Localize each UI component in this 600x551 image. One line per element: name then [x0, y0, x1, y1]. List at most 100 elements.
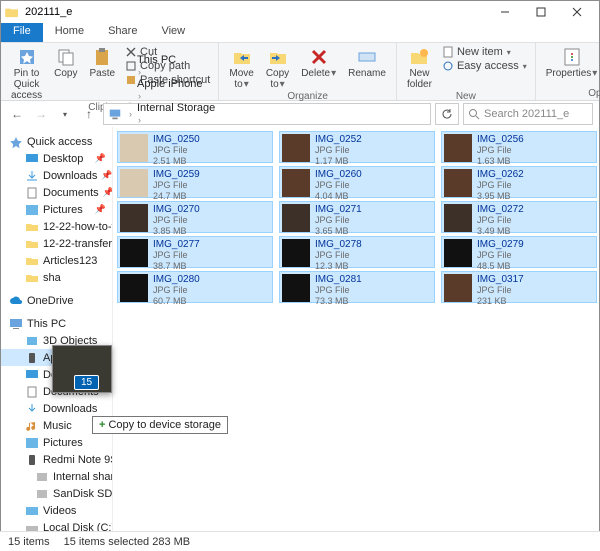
file-item[interactable]: IMG_0259JPG File24.7 MB — [117, 166, 273, 198]
file-item[interactable]: IMG_0278JPG File12.3 MB — [279, 236, 435, 268]
status-items: 15 items — [8, 536, 50, 548]
storage-icon — [35, 471, 49, 483]
refresh-button[interactable] — [435, 103, 459, 125]
sidebar-folder[interactable]: sha — [1, 269, 112, 286]
delete-button[interactable]: Delete▾ — [295, 45, 342, 90]
sidebar-folder[interactable]: 12-22-transfer-photos- — [1, 235, 112, 252]
move-to-button[interactable]: Move to▾ — [223, 45, 259, 90]
pin-quick-access-button[interactable]: Pin to Quick access — [5, 45, 48, 101]
search-input[interactable]: Search 202111_e — [463, 103, 593, 125]
sidebar-documents[interactable]: Documents📌 — [1, 184, 112, 201]
file-type: JPG File — [477, 215, 524, 226]
breadcrumb[interactable]: Apple iPhone — [135, 78, 217, 90]
device-icon — [25, 437, 39, 449]
sidebar-item[interactable]: SanDisk SD card — [1, 485, 112, 502]
storage-icon — [35, 488, 49, 500]
thumbnail — [444, 274, 472, 302]
copy-to-button[interactable]: Copy to▾ — [260, 45, 295, 90]
file-item[interactable]: IMG_0281JPG File73.3 MB — [279, 271, 435, 303]
thumbnail — [282, 274, 310, 302]
folder-icon — [5, 6, 19, 18]
content-pane[interactable]: IMG_0250JPG File2.51 MBIMG_0252JPG File1… — [113, 127, 599, 531]
thumbnail — [444, 134, 472, 162]
device-icon — [25, 522, 39, 532]
rename-button[interactable]: Rename — [342, 45, 392, 90]
file-item[interactable]: IMG_0270JPG File3.85 MB — [117, 201, 273, 233]
device-icon — [25, 369, 39, 381]
file-size: 60.7 MB — [153, 296, 200, 307]
ribbon-group-open: Properties▾ Open▾ Edit History Open — [536, 43, 600, 100]
pin-icon: 📌 — [95, 153, 106, 164]
thumbnail — [120, 274, 148, 302]
sidebar-desktop[interactable]: Desktop📌 — [1, 150, 112, 167]
sidebar-folder[interactable]: 12-22-how-to-transfer- — [1, 218, 112, 235]
status-selected: 15 items selected 283 MB — [64, 536, 191, 548]
ribbon-group-organize: Move to▾ Copy to▾ Delete▾ Rename Organiz… — [219, 43, 397, 100]
file-type: JPG File — [315, 285, 362, 296]
star-icon — [9, 136, 23, 148]
breadcrumb[interactable]: Internal Storage — [135, 102, 217, 114]
file-name: IMG_0252 — [315, 134, 362, 145]
ribbon: Pin to Quick access Copy Paste Cut Copy … — [1, 43, 599, 101]
file-name: IMG_0278 — [315, 239, 362, 250]
thumbnail — [282, 169, 310, 197]
easy-access-button[interactable]: Easy access▾ — [442, 59, 527, 73]
sidebar-folder[interactable]: Articles123 — [1, 252, 112, 269]
properties-button[interactable]: Properties▾ — [540, 45, 600, 87]
sidebar-item[interactable]: Downloads — [1, 400, 112, 417]
device-icon — [25, 505, 39, 517]
device-icon — [25, 335, 39, 347]
pc-icon — [108, 107, 122, 121]
file-item[interactable]: IMG_0280JPG File60.7 MB — [117, 271, 273, 303]
device-icon — [25, 403, 39, 415]
tab-share[interactable]: Share — [96, 23, 149, 42]
file-item[interactable]: IMG_0252JPG File1.17 MB — [279, 131, 435, 163]
minimize-button[interactable] — [487, 1, 523, 23]
thumbnail — [282, 239, 310, 267]
paste-button[interactable]: Paste — [83, 45, 121, 101]
drag-count-badge: 15 — [74, 375, 99, 390]
file-name: IMG_0277 — [153, 239, 200, 250]
file-name: IMG_0280 — [153, 274, 200, 285]
sidebar-item[interactable]: Local Disk (C:) — [1, 519, 112, 531]
sidebar-pictures[interactable]: Pictures📌 — [1, 201, 112, 218]
new-folder-button[interactable]: New folder — [401, 45, 438, 90]
file-item[interactable]: IMG_0317JPG File231 KB — [441, 271, 597, 303]
tab-view[interactable]: View — [149, 23, 197, 42]
file-item[interactable]: IMG_0271JPG File3.65 MB — [279, 201, 435, 233]
thumbnail — [444, 239, 472, 267]
file-item[interactable]: IMG_0272JPG File3.49 MB — [441, 201, 597, 233]
file-item[interactable]: IMG_0262JPG File3.95 MB — [441, 166, 597, 198]
search-icon — [468, 108, 480, 120]
sidebar-item[interactable]: Pictures — [1, 434, 112, 451]
file-item[interactable]: IMG_0250JPG File2.51 MB — [117, 131, 273, 163]
device-icon — [25, 386, 39, 398]
maximize-button[interactable] — [523, 1, 559, 23]
tab-home[interactable]: Home — [43, 23, 96, 42]
sidebar-item[interactable]: Videos — [1, 502, 112, 519]
breadcrumb[interactable]: This PC — [135, 54, 217, 66]
file-item[interactable]: IMG_0277JPG File38.7 MB — [117, 236, 273, 268]
thumbnail — [120, 169, 148, 197]
file-name: IMG_0271 — [315, 204, 362, 215]
file-item[interactable]: IMG_0279JPG File48.5 MB — [441, 236, 597, 268]
sidebar-item[interactable]: Redmi Note 9S — [1, 451, 112, 468]
pin-icon: 📌 — [101, 170, 112, 181]
close-button[interactable] — [559, 1, 595, 23]
sidebar-onedrive[interactable]: OneDrive — [1, 292, 112, 309]
copy-button[interactable]: Copy — [48, 45, 83, 101]
recent-dropdown[interactable]: ▾ — [55, 104, 75, 124]
file-item[interactable]: IMG_0256JPG File1.63 MB — [441, 131, 597, 163]
sidebar-quick-access[interactable]: Quick access — [1, 133, 112, 150]
up-button[interactable]: ↑ — [79, 104, 99, 124]
tab-file[interactable]: File — [1, 23, 43, 42]
back-button[interactable]: ← — [7, 104, 27, 124]
forward-button[interactable]: → — [31, 104, 51, 124]
new-item-button[interactable]: New item▾ — [442, 45, 527, 59]
file-item[interactable]: IMG_0260JPG File4.04 MB — [279, 166, 435, 198]
sidebar-this-pc[interactable]: This PC — [1, 315, 112, 332]
sidebar-downloads[interactable]: Downloads📌 — [1, 167, 112, 184]
sidebar-item[interactable]: Internal shared storage — [1, 468, 112, 485]
address-bar[interactable]: › This PC›Apple iPhone›Internal Storage›… — [103, 103, 431, 125]
file-name: IMG_0250 — [153, 134, 200, 145]
